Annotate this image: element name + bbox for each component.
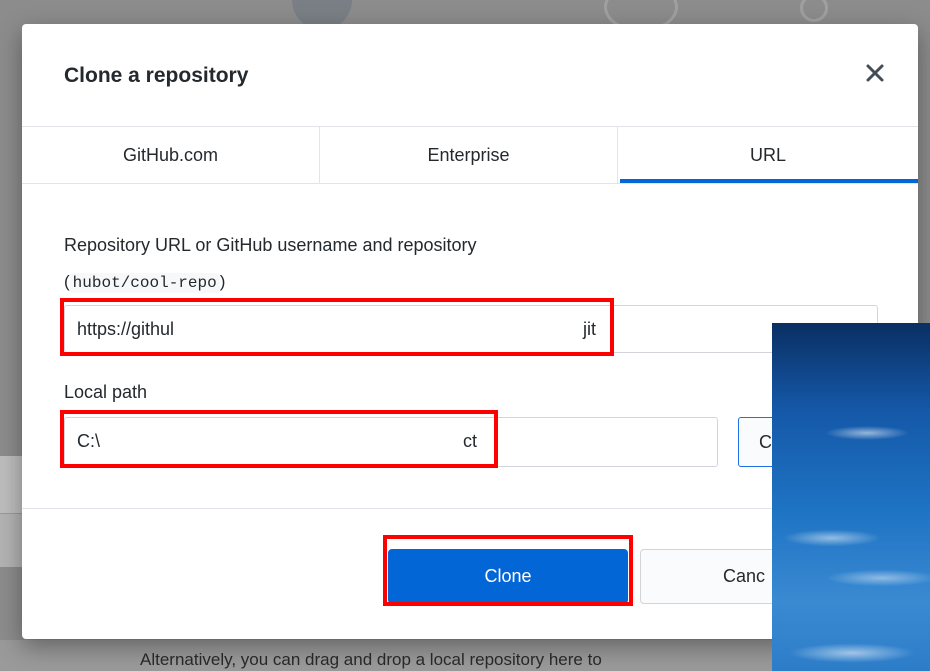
annotation-clone-highlight: [383, 535, 633, 606]
background-drop-hint: Alternatively, you can drag and drop a l…: [140, 650, 602, 669]
annotation-path-highlight: [60, 410, 498, 468]
sky-photo-overlay: [772, 323, 930, 671]
active-tab-indicator: [620, 179, 918, 183]
background-sidebar-fragment-lower: [0, 513, 22, 567]
tab-enterprise[interactable]: Enterprise: [320, 127, 618, 183]
hint-open-paren: (: [64, 272, 70, 291]
source-tabs: GitHub.com Enterprise URL: [22, 127, 918, 184]
tab-url[interactable]: URL: [618, 127, 918, 183]
dialog-title: Clone a repository: [64, 64, 249, 87]
background-icon-shape: [800, 0, 828, 22]
local-path-label: Local path: [64, 382, 148, 402]
hint-close-paren: ): [219, 272, 226, 291]
close-icon[interactable]: [862, 60, 888, 86]
dialog-header: Clone a repository: [22, 24, 918, 127]
annotation-url-highlight: [60, 298, 614, 356]
hint-example-code: hubot/cool-repo: [69, 273, 220, 293]
tab-github-com[interactable]: GitHub.com: [22, 127, 320, 183]
repository-url-label: Repository URL or GitHub username and re…: [64, 235, 477, 255]
repository-url-hint: (hubot/cool-repo): [64, 272, 226, 293]
